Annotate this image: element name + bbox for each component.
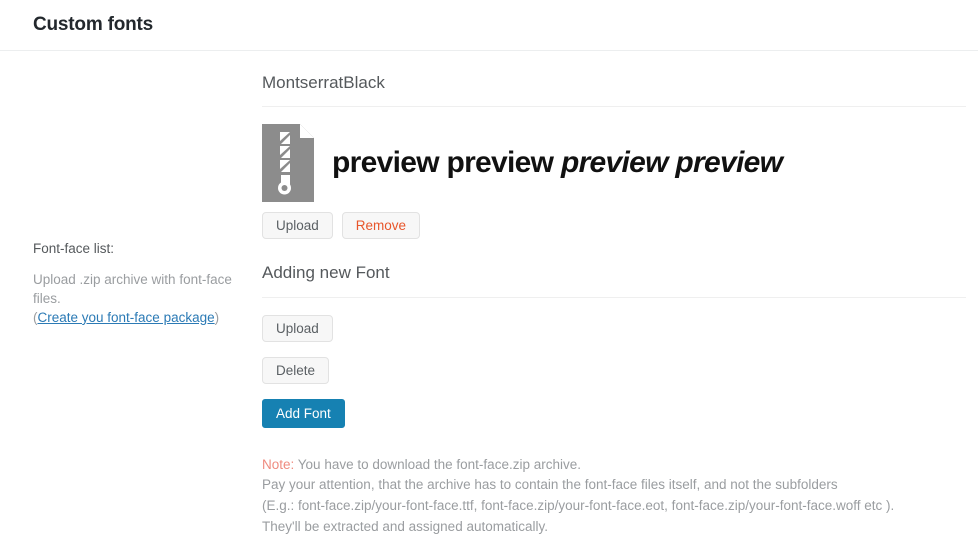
delete-button-wrap: Delete — [262, 356, 966, 384]
remove-button[interactable]: Remove — [341, 212, 421, 240]
note-line-1: Note: You have to download the font-face… — [262, 455, 966, 476]
add-font-button[interactable]: Add Font — [262, 398, 345, 428]
zip-file-icon — [262, 124, 314, 203]
font-preview-row: preview preview preview preview — [262, 124, 966, 203]
note-line-1-text: You have to download the font-face.zip a… — [294, 456, 581, 472]
section-divider — [262, 106, 966, 108]
main-content: MontserratBlack preview preview preview … — [262, 51, 978, 537]
sidebar-help-description: Upload .zip archive with font-face files… — [33, 271, 232, 306]
add-font-section: Adding new Font Upload Delete Add Font N… — [262, 263, 966, 537]
add-font-divider — [262, 296, 966, 298]
font-item-buttons: Upload Remove — [262, 212, 966, 240]
new-font-delete-button[interactable]: Delete — [262, 356, 330, 384]
create-font-face-package-link[interactable]: Create you font-face package — [38, 310, 215, 325]
note-label: Note: — [262, 456, 295, 472]
note-line-2: Pay your attention, that the archive has… — [262, 477, 838, 493]
font-preview-text: preview preview preview preview — [332, 146, 783, 180]
preview-text-regular: preview preview — [332, 146, 554, 180]
note-line-3: (E.g.: font-face.zip/your-font-face.ttf,… — [262, 498, 895, 514]
paren-close: ) — [214, 309, 220, 325]
page-title: Custom fonts — [33, 14, 154, 35]
note-line-4: They'll be extracted and assigned automa… — [262, 518, 548, 534]
font-face-list-label: Font-face list: — [33, 241, 115, 256]
upload-button[interactable]: Upload — [262, 212, 333, 240]
add-font-heading: Adding new Font — [262, 263, 390, 283]
note-block: Note: You have to download the font-face… — [262, 455, 966, 538]
font-name-heading: MontserratBlack — [262, 73, 385, 92]
sidebar-help-text: Upload .zip archive with font-face files… — [33, 270, 244, 327]
page-body: Font-face list: Upload .zip archive with… — [0, 51, 978, 537]
add-font-button-wrap: Add Font — [262, 398, 966, 428]
sidebar: Font-face list: Upload .zip archive with… — [0, 51, 262, 327]
new-font-upload-button[interactable]: Upload — [262, 314, 333, 342]
page-header: Custom fonts — [0, 0, 978, 51]
upload-button-wrap: Upload — [262, 314, 966, 342]
add-font-buttons: Upload Delete Add Font — [262, 314, 966, 428]
font-item-section: MontserratBlack preview preview preview … — [262, 73, 966, 240]
preview-text-italic: preview preview — [560, 146, 783, 180]
